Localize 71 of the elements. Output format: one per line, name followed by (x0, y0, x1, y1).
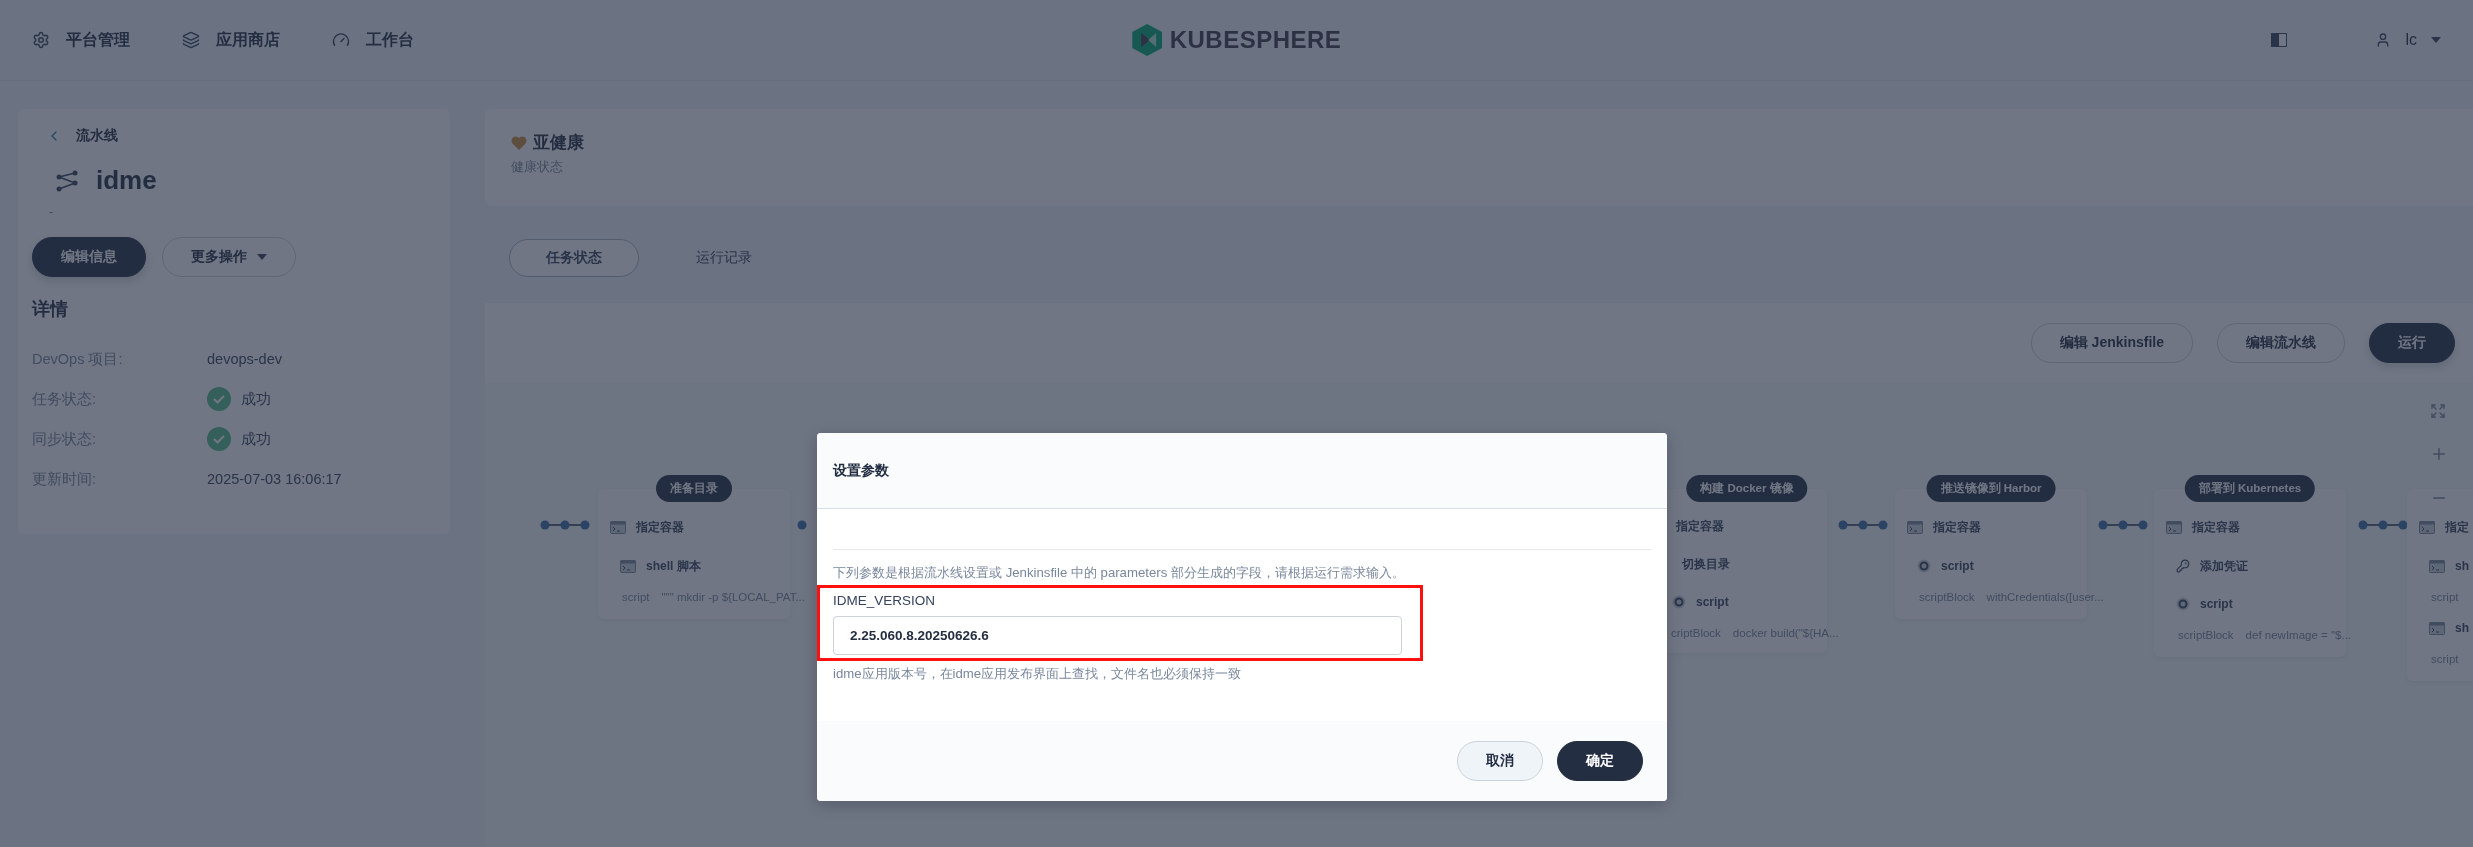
pipeline-title: idme (96, 165, 157, 196)
detail-value: devops-dev (207, 351, 283, 367)
gauge-icon (332, 31, 350, 49)
user-name[interactable]: lc (2405, 31, 2417, 49)
step-label: sh (2455, 559, 2469, 573)
step-label: script (1696, 595, 1729, 609)
terminal-icon (2429, 621, 2445, 635)
panel-icon[interactable] (2271, 33, 2288, 47)
input-field[interactable]: 2.25.060.8.20250626.6 (833, 616, 1402, 655)
stage-title: 推送镜像到 Harbor (1926, 475, 2056, 502)
step-label: 切换目录 (1682, 555, 1730, 573)
health-value: 亚健康 (533, 132, 584, 154)
dropdown-button[interactable]: 更多操作 (162, 237, 296, 277)
cancel-button[interactable]: 取消 (1457, 741, 1543, 781)
edit-button[interactable]: 编辑流水线 (2217, 323, 2345, 363)
edit-button[interactable]: 编辑信息 (32, 237, 146, 277)
terminal-icon (620, 559, 636, 573)
pipeline-icon (56, 168, 80, 193)
stage-title: 构建 Docker 镜像 (1686, 475, 1808, 502)
settings-icon (32, 31, 50, 49)
run-button[interactable]: 运行 (2369, 323, 2455, 363)
step-label: script (2200, 597, 2233, 611)
nav-link[interactable]: 工作台 (332, 29, 414, 51)
step-label: sh (2455, 621, 2469, 635)
step-label: 指定容器 (1933, 518, 1981, 536)
terminal-icon (610, 520, 626, 534)
connector-drawing (2098, 520, 2148, 530)
step-label: 指定容器 (636, 518, 684, 536)
terminal-icon (2166, 520, 2182, 534)
fullscreen-icon[interactable] (2430, 403, 2446, 419)
step-label: 指定 (2445, 518, 2469, 536)
connector-drawing (1838, 520, 1888, 530)
step-label: 指定容器 (2192, 518, 2240, 536)
stage-title: 准备目录 (656, 475, 732, 502)
back-link[interactable]: 流水线 (32, 123, 132, 149)
caret-icon[interactable] (2431, 37, 2441, 43)
layers-icon (182, 31, 200, 49)
nav-link[interactable]: 应用商店 (182, 29, 280, 51)
terminal-icon (2429, 559, 2445, 573)
dialog-description: 下列参数是根据流水线设置或 Jenkinsfile 中的 parameters 部分生成的字段，请根据运行需求输入。 (833, 564, 1406, 582)
tab[interactable]: 任务状态 (509, 239, 639, 277)
step-label: shell 脚本 (646, 557, 701, 575)
connector-drawing (797, 520, 807, 530)
field-label: IDME_VERSION (833, 593, 937, 608)
stage-title: 部署到 Kubernetes (2184, 475, 2316, 502)
check-circle-icon (207, 427, 231, 451)
connector-drawing (540, 520, 590, 530)
detail-value: 成功 (241, 429, 271, 449)
section-title: 详情 (32, 298, 69, 321)
tab[interactable]: 运行记录 (659, 239, 789, 277)
key-icon (2176, 559, 2190, 573)
terminal-icon (1907, 520, 1923, 534)
step-label: script (1941, 559, 1974, 573)
nav-link[interactable]: 平台管理 (32, 29, 130, 51)
detail-value: 2025-07-03 16:06:17 (207, 471, 343, 487)
edit-button[interactable]: 编辑 Jenkinsfile (2030, 323, 2193, 363)
heart-icon (511, 135, 527, 150)
pipeline-description: - (49, 204, 55, 219)
step-label: 添加凭证 (2200, 557, 2248, 575)
connector-drawing (2358, 520, 2408, 530)
dialog-title: 设置参数 (833, 461, 889, 480)
check-circle-icon (207, 387, 231, 411)
logo-text: KUBESPHERE (1169, 26, 1342, 54)
logo-icon (1131, 24, 1162, 56)
step-label: 指定容器 (1676, 517, 1724, 535)
detail-value: 成功 (241, 389, 271, 409)
caret-icon (257, 254, 267, 260)
terminal-icon (2419, 520, 2435, 534)
zoom-in-icon[interactable] (2430, 445, 2448, 463)
confirm-button[interactable]: 确定 (1557, 741, 1643, 781)
field-hint: idme应用版本号，在idme应用发布界面上查找，文件名也必须保持一致 (833, 665, 1243, 683)
